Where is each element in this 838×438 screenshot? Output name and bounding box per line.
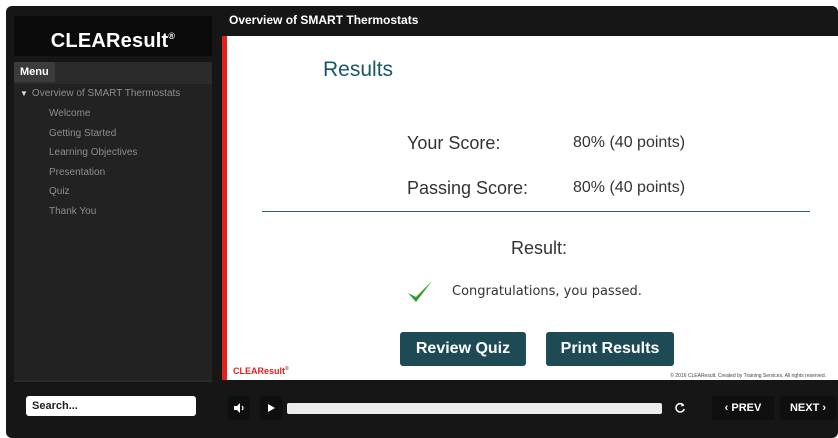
replay-icon xyxy=(675,402,685,413)
menu-tab[interactable]: Menu xyxy=(14,62,55,82)
next-button[interactable]: NEXT › xyxy=(780,396,836,420)
sidebar: CLEAResult® Menu ▼ Overview of SMART Ther… xyxy=(6,6,218,438)
registered-mark: ® xyxy=(168,31,176,41)
your-score-label: Your Score: xyxy=(407,133,501,153)
caret-down-icon[interactable]: ▼ xyxy=(20,89,28,98)
company-logo: CLEAResult® xyxy=(14,16,212,56)
results-heading: Results xyxy=(323,58,394,81)
menu-item-label: Overview of SMART Thermostats xyxy=(31,88,181,99)
menu-item-overview[interactable]: ▼ Overview of SMART Thermostats xyxy=(14,84,212,104)
slide-content: Results Your Score: 80% (40 points) Pass… xyxy=(222,36,838,380)
your-score-value: 80% (40 points) xyxy=(573,134,686,151)
result-label: Result: xyxy=(511,238,568,258)
speaker-icon xyxy=(234,403,244,413)
passing-score-value: 80% (40 points) xyxy=(573,179,686,196)
search-input[interactable] xyxy=(26,396,196,416)
menu-list: ▼ Overview of SMART Thermostats Welcome G… xyxy=(14,84,212,380)
print-results-button[interactable]: Print Results xyxy=(546,332,674,366)
logo-text: CLEAResult xyxy=(50,30,169,52)
menu-item-presentation[interactable]: Presentation xyxy=(14,163,212,183)
footer-logo-text: CLEAResult xyxy=(233,366,286,376)
menu-item-learning-objectives[interactable]: Learning Objectives xyxy=(14,143,212,163)
progress-bar[interactable] xyxy=(287,403,662,414)
play-icon xyxy=(268,404,275,412)
footer-logo: CLEAResult® xyxy=(233,366,289,376)
play-button[interactable] xyxy=(260,396,282,420)
menu-item-thank-you[interactable]: Thank You xyxy=(14,202,212,222)
slide-title: Overview of SMART Thermostats xyxy=(229,13,419,27)
review-quiz-button[interactable]: Review Quiz xyxy=(400,332,526,366)
copyright-text: © 2016 CLEAResult. Created by Training S… xyxy=(670,373,826,379)
mute-button[interactable] xyxy=(228,396,250,420)
result-message: Congratulations, you passed. xyxy=(452,284,642,299)
menu-panel: Menu ▼ Overview of SMART Thermostats Welc… xyxy=(14,62,212,382)
replay-button[interactable] xyxy=(669,396,691,420)
checkmark-icon xyxy=(408,281,432,302)
menu-item-quiz[interactable]: Quiz xyxy=(14,182,212,202)
divider xyxy=(262,211,810,212)
passing-score-label: Passing Score: xyxy=(407,178,529,198)
footer-registered-mark: ® xyxy=(285,366,289,372)
menu-item-getting-started[interactable]: Getting Started xyxy=(14,124,212,144)
prev-button[interactable]: ‹ PREV xyxy=(712,396,774,420)
course-player: CLEAResult® Menu ▼ Overview of SMART Ther… xyxy=(6,6,838,438)
menu-item-welcome[interactable]: Welcome xyxy=(14,104,212,124)
